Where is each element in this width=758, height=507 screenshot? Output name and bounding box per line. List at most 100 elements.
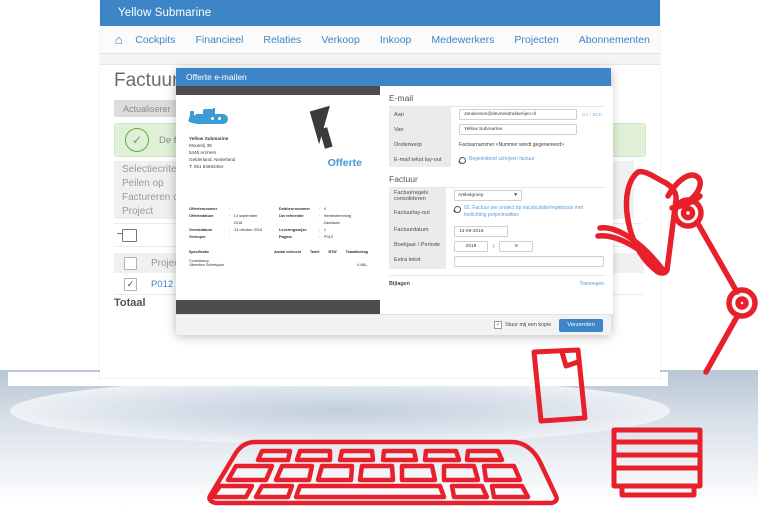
meta-key: Offertedatum xyxy=(189,212,214,218)
label-extra-tekst: Extra tekst xyxy=(394,256,421,263)
document-type-label: Offerte xyxy=(327,157,362,169)
meta-value: P012 xyxy=(323,234,334,240)
meta-key: Offertenummer xyxy=(189,205,218,211)
nav-item-financieel[interactable]: Financieel xyxy=(186,34,254,46)
fiscal-year-input[interactable]: 2018 xyxy=(454,241,488,252)
cc-bcc-link[interactable]: CC / BCC xyxy=(582,112,602,117)
doc-meta-row: Uw referentie : Herbestemming Zandlaan xyxy=(279,212,368,226)
chevron-down-icon: ▼ xyxy=(513,193,518,198)
label-factuurlayout: Factuurlay-out xyxy=(394,209,430,216)
nav-item-relaties[interactable]: Relaties xyxy=(253,34,311,46)
row-checkbox[interactable]: ✓ xyxy=(124,277,137,291)
label-boekjaar-periode: Boekjaar / Periode xyxy=(394,241,441,248)
collapse-panel-icon[interactable] xyxy=(117,228,137,242)
doc-meta-row: Debiteurnummer : 4 xyxy=(278,205,327,211)
main-navigation[interactable]: ⌂ Cockpits Financieel Relaties Verkoop I… xyxy=(100,26,660,54)
app-title: Yellow Submarine xyxy=(118,7,212,19)
meta-value: Herbestemming Zandlaan xyxy=(323,212,352,225)
sender-input[interactable]: Yellow Submarine xyxy=(459,124,577,135)
doc-meta-row: Verkoper : xyxy=(189,234,231,240)
email-field-inputs: Jandevries@devriesdrukkerijen.nl CC / BC… xyxy=(451,107,604,167)
modal-footer: ✓ Stuur mij een kopie Verzenden xyxy=(176,314,611,335)
document-meta: Offertenummer : Offertedatum : 13 septem… xyxy=(189,205,368,241)
meta-value: 1 xyxy=(323,227,327,233)
nav-item-medewerkers[interactable]: Medewerkers xyxy=(421,34,504,46)
send-copy-checkbox-group[interactable]: ✓ Stuur mij een kopie xyxy=(494,321,551,329)
label-aan: Aan xyxy=(394,111,404,118)
spec-col-btw: BTW xyxy=(328,249,337,254)
submarine-logo-icon xyxy=(187,108,235,128)
desk-shadow-ellipse xyxy=(10,378,670,444)
meta-key: Pagina xyxy=(278,234,292,240)
period-separator: / xyxy=(493,243,495,250)
invoice-date-input[interactable]: 13-09-2018 xyxy=(454,226,508,237)
label-factuurdatum: Factuurdatum xyxy=(394,226,429,233)
invoice-layout-link[interactable]: 02. Factuur per project op nacalculatie/… xyxy=(464,205,592,218)
email-field-labels: Aan Van Onderwerp E-mail tekst lay-out xyxy=(389,107,451,167)
modal-body: Yellow Submarine Mouterij 39 5445 Arnhem… xyxy=(176,86,613,314)
line-item-label: Uitwerken Schetsplan xyxy=(189,262,224,267)
company-address: Yellow Submarine Mouterij 39 5445 Arnhem… xyxy=(189,135,235,171)
company-name: Yellow Submarine xyxy=(189,136,229,141)
nav-item-inkoop[interactable]: Inkoop xyxy=(370,34,422,46)
spec-col-tarief: Tarief xyxy=(309,249,320,254)
spec-label: Specificatie xyxy=(189,249,209,254)
nav-item-abonnementen[interactable]: Abonnementen xyxy=(569,34,660,46)
magnifier-icon[interactable] xyxy=(454,206,461,213)
nav-subbar xyxy=(100,54,660,65)
recipient-input[interactable]: Jandevries@devriesdrukkerijen.nl xyxy=(459,109,577,120)
email-offer-modal: Offerte e-mailen Yellow Submarine Mouter… xyxy=(176,68,613,335)
period-input[interactable]: 9 xyxy=(499,241,534,252)
send-button[interactable]: Verzenden xyxy=(559,318,603,332)
meta-key: Vervaldatum xyxy=(189,227,213,233)
table-total-label: Totaal xyxy=(114,297,146,309)
modal-titlebar: Offerte e-mailen xyxy=(176,68,611,86)
company-postal-city: 5445 Arnhem xyxy=(189,150,217,156)
nav-item-projecten[interactable]: Projecten xyxy=(504,34,568,46)
email-section-heading: E-mail xyxy=(389,93,604,107)
spec-col-aantal: Aantal verkocht xyxy=(274,249,301,254)
meta-key: Leveringswijze xyxy=(278,227,307,233)
doc-meta-row: Pagina : P012 xyxy=(278,234,334,240)
doc-meta-row: Offertenummer : xyxy=(189,205,231,211)
label-van: Van xyxy=(394,126,404,133)
consolidate-select[interactable]: Artikelgroep ▼ xyxy=(454,190,522,201)
nav-item-cockpits[interactable]: Cockpits xyxy=(125,34,185,46)
company-region-country: Gelderland, Nederland xyxy=(189,157,236,163)
meta-value: 4 xyxy=(323,205,327,211)
label-factuurregels-consolideren: Factuurregels consolideren xyxy=(394,189,429,202)
company-street: Mouterij 39 xyxy=(189,143,212,149)
doc-meta-row: Vervaldatum : 13 oktober 2018 xyxy=(189,227,263,233)
consolidate-select-value: Artikelgroep xyxy=(458,193,484,198)
home-icon[interactable]: ⌂ xyxy=(112,33,125,46)
extra-text-input[interactable] xyxy=(454,256,604,267)
meta-value: 13 september 2018 xyxy=(233,212,258,225)
meta-key: Uw referentie xyxy=(278,212,304,218)
subject-value[interactable]: Factuurnummer <Nummer wordt gegenereerd> xyxy=(459,142,564,148)
check-circle-icon: ✓ xyxy=(125,128,149,152)
send-copy-label: Stuur mij een kopie xyxy=(505,322,552,328)
line-item-row: Uitwerken Schetsplan 4.466,- xyxy=(189,263,368,267)
meta-key: Verkoper xyxy=(189,234,206,240)
add-attachment-link[interactable]: Toevoegen xyxy=(580,281,604,287)
select-all-checkbox[interactable] xyxy=(124,256,137,270)
nav-item-verkoop[interactable]: Verkoop xyxy=(311,34,370,46)
label-onderwerp: Onderwerp xyxy=(394,141,422,148)
email-layout-link[interactable]: Begeleidend schrijven factuur xyxy=(469,156,535,163)
company-phone: T: 051 84593454 xyxy=(189,164,224,170)
meta-key: Debiteurnummer xyxy=(278,205,311,211)
doc-meta-row: Leveringswijze : 1 xyxy=(278,227,327,233)
magnifier-icon[interactable] xyxy=(459,156,466,164)
document-preview-pane: Yellow Submarine Mouterij 39 5445 Arnhem… xyxy=(176,86,380,314)
label-email-tekst-layout: E-mail tekst lay-out xyxy=(394,156,442,163)
app-titlebar: Yellow Submarine xyxy=(100,0,660,26)
invoice-section-heading: Factuur xyxy=(389,174,604,188)
document-preview[interactable]: Yellow Submarine Mouterij 39 5445 Arnhem… xyxy=(176,95,380,300)
doc-meta-row: Offertedatum : 13 september 2018 xyxy=(189,212,267,226)
meta-value: 13 oktober 2018 xyxy=(234,227,263,233)
send-copy-checkbox[interactable]: ✓ xyxy=(494,321,503,329)
invoice-field-inputs: Artikelgroep ▼ 02. Factuur per project o… xyxy=(446,188,604,269)
document-spec-header: Specificatie Aantal verkocht Tarief BTW … xyxy=(189,250,368,254)
spec-col-totaal: Totaalbedrag xyxy=(345,249,368,254)
attachments-row: Bijlagen Toevoegen xyxy=(389,275,604,287)
